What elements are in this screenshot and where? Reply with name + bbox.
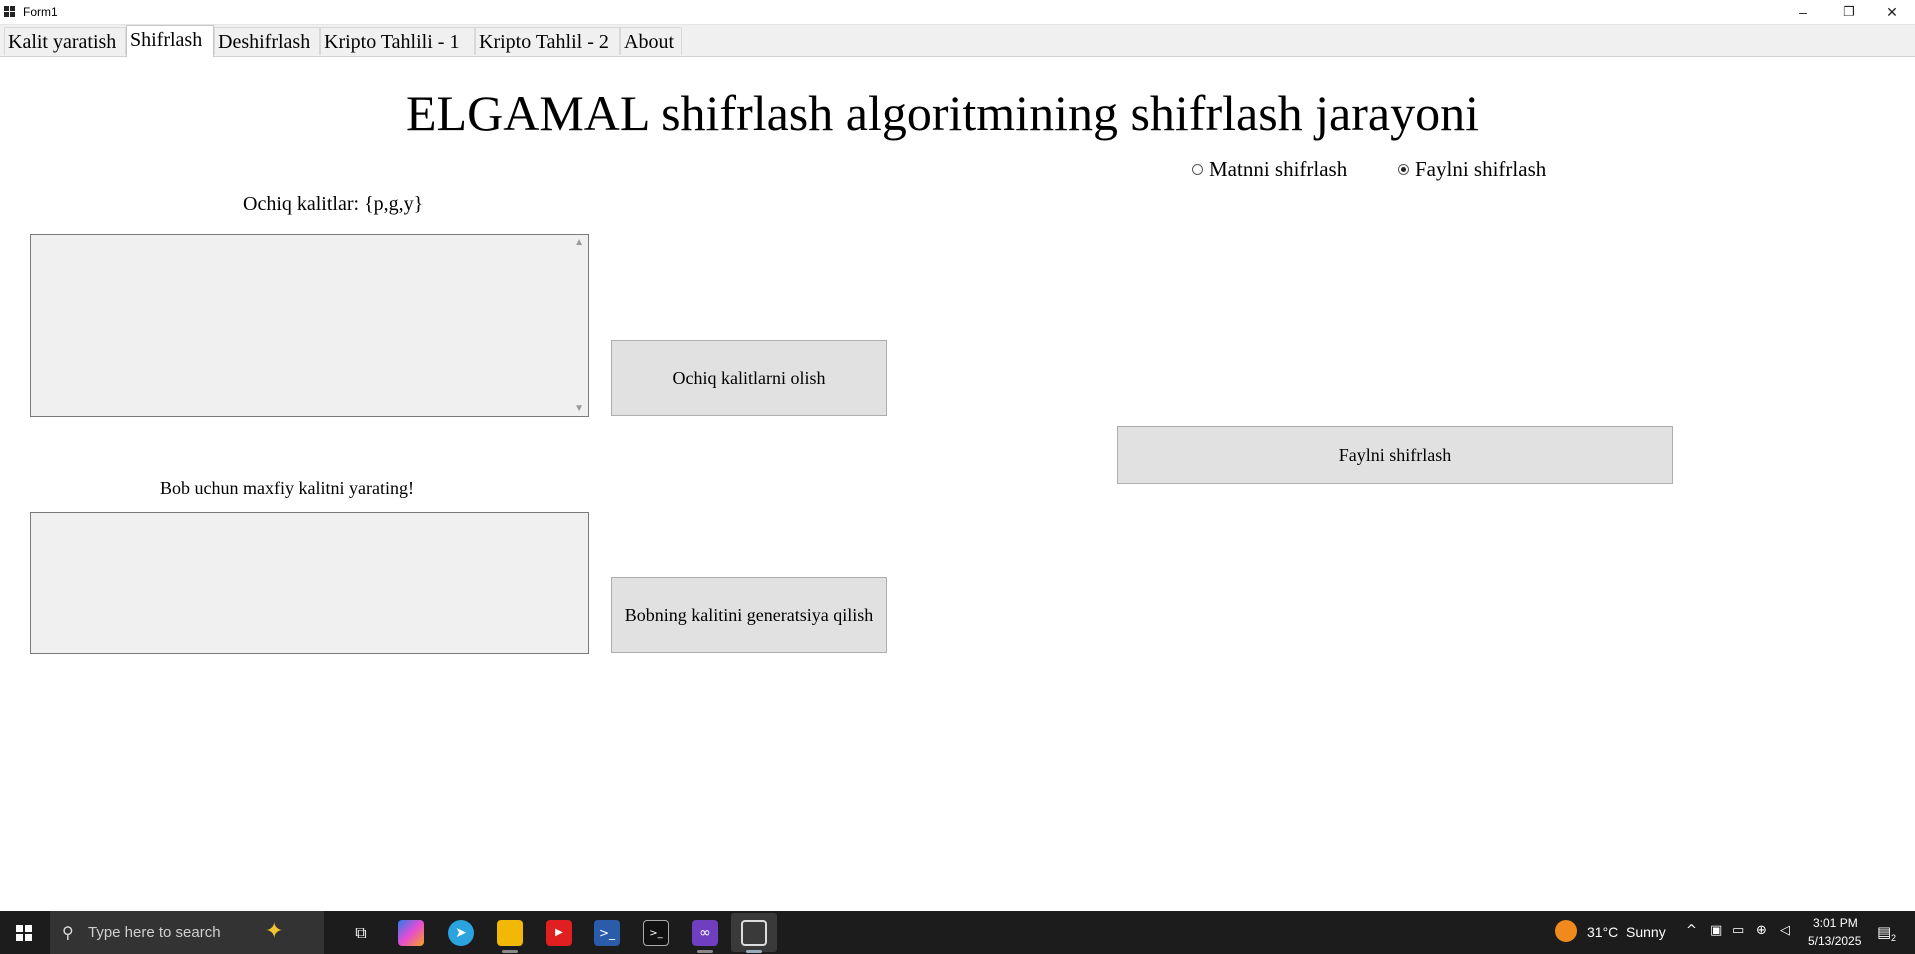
powershell-icon[interactable]: >_ <box>594 920 620 946</box>
radio-checked-icon <box>1398 163 1409 175</box>
search-icon: ⚲ <box>62 923 74 942</box>
tab-kripto-tahlil-2[interactable]: Kripto Tahlil - 2 <box>475 27 620 55</box>
terminal-icon[interactable]: >_ <box>643 920 669 946</box>
restore-button[interactable]: ❐ <box>1826 0 1872 24</box>
bob-secret-textbox[interactable] <box>30 512 589 654</box>
radio-matnni-shifrlash[interactable]: Matnni shifrlash <box>1192 156 1347 182</box>
weather-sun-icon[interactable] <box>1555 920 1577 942</box>
minimize-button[interactable]: – <box>1780 0 1826 24</box>
file-explorer-icon[interactable] <box>497 920 523 946</box>
tab-deshifrlash[interactable]: Deshifrlash <box>214 27 320 55</box>
running-indicator <box>697 950 713 953</box>
tab-kripto-tahlili-1[interactable]: Kripto Tahlili - 1 <box>320 27 475 55</box>
visual-studio-icon[interactable]: ∞ <box>692 920 718 946</box>
battery-icon[interactable]: ▭ <box>1732 923 1744 938</box>
copilot-app-icon[interactable] <box>398 920 424 946</box>
get-public-keys-button[interactable]: Ochiq kalitlarni olish <box>611 340 887 416</box>
radio-label: Faylni shifrlash <box>1415 157 1547 181</box>
youtube-icon[interactable]: ▶ <box>546 920 572 946</box>
tab-kalit-yaratish[interactable]: Kalit yaratish <box>4 27 126 55</box>
tab-shifrlash[interactable]: Shifrlash <box>126 25 214 57</box>
chevron-up-icon[interactable]: ^ <box>1686 923 1697 938</box>
volume-icon[interactable]: ◁ <box>1780 923 1790 938</box>
task-view-icon[interactable]: ⧉ <box>348 920 374 946</box>
start-button[interactable] <box>0 911 50 954</box>
winforms-app-icon[interactable] <box>741 920 767 946</box>
scroll-down-icon[interactable]: ▼ <box>574 403 584 414</box>
bob-secret-label: Bob uchun maxfiy kalitni yarating! <box>160 478 414 498</box>
telegram-icon[interactable]: ➤ <box>448 920 474 946</box>
running-indicator <box>746 950 762 953</box>
meet-now-icon[interactable]: ▣ <box>1710 923 1722 938</box>
scroll-up-icon[interactable]: ▲ <box>574 237 584 248</box>
notification-icon[interactable]: ▤ <box>1877 923 1891 941</box>
app-icon <box>4 6 16 18</box>
close-button[interactable]: ✕ <box>1869 0 1915 24</box>
radio-unchecked-icon <box>1192 163 1203 175</box>
public-keys-label: Ochiq kalitlar: {p,g,y} <box>243 193 424 215</box>
window-title-bar: Form1 – ❐ ✕ <box>0 0 1915 25</box>
tab-strip: Kalit yaratish Shifrlash Deshifrlash Kri… <box>0 25 1915 57</box>
clock-date[interactable]: 5/13/2025 <box>1808 934 1861 948</box>
notification-count: 2 <box>1891 933 1897 943</box>
page-title: ELGAMAL shifrlash algoritmining shifrlas… <box>406 85 1479 141</box>
windows-logo-icon <box>16 925 32 941</box>
radio-label: Matnni shifrlash <box>1209 157 1348 181</box>
encrypt-file-button[interactable]: Faylni shifrlash <box>1117 426 1673 484</box>
copilot-sparkle-icon: ✦ <box>265 919 284 944</box>
weather-text: Sunny <box>1626 924 1666 940</box>
radio-faylni-shifrlash[interactable]: Faylni shifrlash <box>1398 156 1546 182</box>
taskbar-search[interactable]: ⚲ Type here to search ✦ <box>50 911 324 954</box>
running-indicator <box>502 950 518 953</box>
public-keys-textbox[interactable]: ▲ ▼ <box>30 234 589 417</box>
clock-time[interactable]: 3:01 PM <box>1813 916 1858 930</box>
window-title: Form1 <box>23 5 58 19</box>
weather-temp: 31°C <box>1587 924 1619 940</box>
taskbar: ⚲ Type here to search ✦ ⧉ ➤ ▶ >_ >_ ∞ 31… <box>0 911 1915 954</box>
search-placeholder: Type here to search <box>88 924 221 941</box>
generate-bob-key-button[interactable]: Bobning kalitini generatsiya qilish <box>611 577 887 653</box>
network-globe-icon[interactable]: ⊕ <box>1756 923 1767 938</box>
tab-about[interactable]: About <box>620 27 682 55</box>
